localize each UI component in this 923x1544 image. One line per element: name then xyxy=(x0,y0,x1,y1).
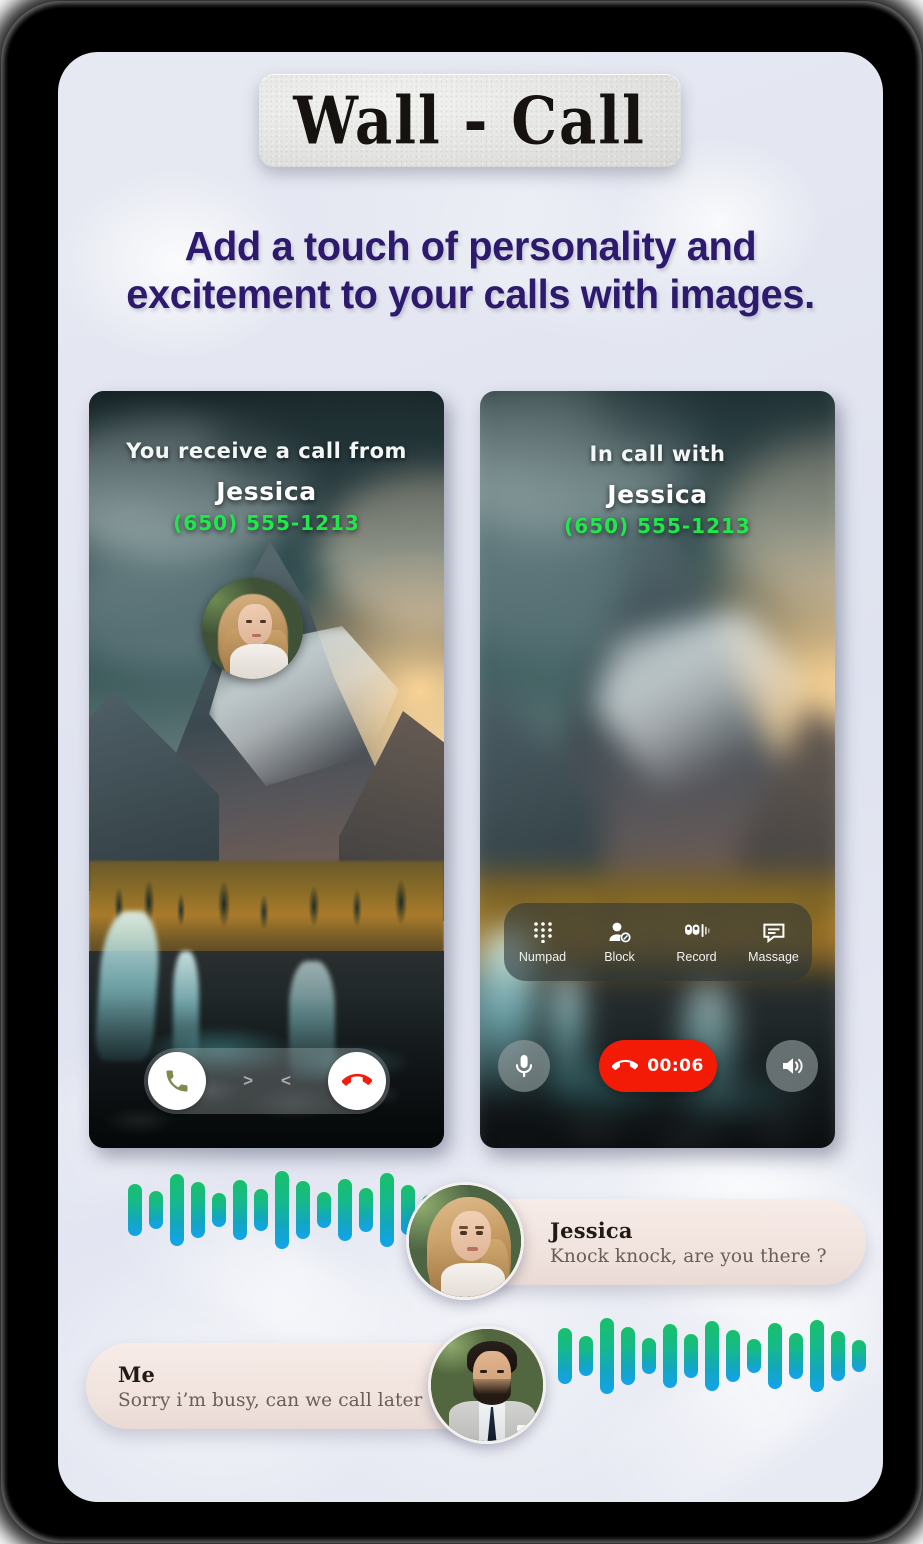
answer-call-button[interactable] xyxy=(148,1052,206,1110)
message-text: Knock knock, are you there ? xyxy=(550,1245,827,1267)
waveform-bar xyxy=(380,1173,394,1247)
waveform-bar xyxy=(275,1171,289,1249)
waveform-bar xyxy=(831,1331,845,1381)
waveform-bar xyxy=(317,1192,331,1228)
waveform-bar xyxy=(254,1189,268,1231)
waveform-bar xyxy=(810,1320,824,1392)
me-avatar xyxy=(428,1326,546,1444)
incoming-call-header: You receive a call from Jessica (650) 55… xyxy=(89,439,444,535)
jessica-avatar xyxy=(406,1182,524,1300)
feature-numpad[interactable]: Numpad xyxy=(507,920,579,964)
waveform-bar xyxy=(747,1339,761,1373)
waveform-bar xyxy=(663,1324,677,1388)
waveform-bar xyxy=(621,1327,635,1385)
active-call-header: In call with Jessica (650) 555-1213 xyxy=(480,442,835,538)
waveform-bar xyxy=(852,1340,866,1372)
active-caller-name: Jessica xyxy=(607,480,708,509)
hint-arrow-left: < xyxy=(281,1071,291,1090)
microphone-icon xyxy=(515,1055,533,1077)
phone-answer-icon xyxy=(166,1070,188,1092)
call-timer: 00:06 xyxy=(647,1056,704,1076)
mute-microphone-button[interactable] xyxy=(498,1040,550,1092)
in-call-bottom-bar: 00:06 xyxy=(498,1036,818,1096)
feature-massage-label: Massage xyxy=(748,950,799,964)
feature-numpad-label: Numpad xyxy=(518,950,567,964)
waveform-bar xyxy=(726,1330,740,1382)
in-call-feature-bar: Numpad Block Record Massage xyxy=(504,903,812,981)
message-card-jessica[interactable]: Jessica Knock knock, are you there ? xyxy=(406,1182,866,1302)
waveform-bar xyxy=(684,1334,698,1378)
feature-block[interactable]: Block xyxy=(584,920,656,964)
title-plaque: Wall - Call xyxy=(259,74,681,167)
phone-decline-icon xyxy=(342,1073,372,1086)
promo-card: Wall - Call Add a touch of personality a… xyxy=(58,52,883,1502)
waveform-bar xyxy=(600,1318,614,1394)
incoming-status-text: You receive a call from xyxy=(126,439,407,463)
waveform-bar xyxy=(359,1188,373,1232)
feature-record[interactable]: Record xyxy=(661,920,733,964)
waveform-bar xyxy=(579,1336,593,1376)
active-caller-number: (650) 555-1213 xyxy=(564,514,751,538)
waveform-bar xyxy=(296,1181,310,1239)
waveform-bar xyxy=(128,1184,142,1236)
speaker-icon xyxy=(783,1058,803,1074)
waveform-bar xyxy=(705,1321,719,1391)
waveform-bar xyxy=(191,1182,205,1238)
device-frame: Wall - Call Add a touch of personality a… xyxy=(8,8,915,1536)
active-status-text: In call with xyxy=(589,442,726,466)
waveform-bar xyxy=(149,1191,163,1229)
waveform-bar xyxy=(170,1174,184,1246)
tagline-line-2: excitement to your calls with images. xyxy=(126,271,815,318)
app-title: Wall - Call xyxy=(293,81,647,160)
phone-active-call-screen: In call with Jessica (650) 555-1213 Nump… xyxy=(480,391,835,1148)
caller-avatar-photo xyxy=(202,578,303,679)
audio-waveform-right xyxy=(558,1304,866,1408)
end-call-button[interactable]: 00:06 xyxy=(599,1040,717,1092)
waveform-bar xyxy=(212,1193,226,1227)
phone-hangup-icon xyxy=(612,1059,639,1071)
waveform-bar xyxy=(558,1328,572,1384)
feature-block-label: Block xyxy=(604,950,635,964)
incoming-caller-name: Jessica xyxy=(216,477,317,506)
phone-incoming-call-screen: You receive a call from Jessica (650) 55… xyxy=(89,391,444,1148)
record-waveform-icon xyxy=(684,920,710,944)
message-bubble-icon xyxy=(762,920,786,944)
incoming-caller-number: (650) 555-1213 xyxy=(173,511,360,535)
person-block-icon xyxy=(608,920,632,944)
message-sender: Jessica xyxy=(550,1217,633,1243)
waveform-bar xyxy=(789,1333,803,1379)
tagline-line-1: Add a touch of personality and xyxy=(184,223,757,269)
incoming-call-action-bar[interactable]: > < xyxy=(144,1048,390,1114)
tagline: Add a touch of personality and excitemen… xyxy=(70,222,870,319)
decline-call-button[interactable] xyxy=(328,1052,386,1110)
caller-avatar xyxy=(202,578,303,679)
audio-waveform-left xyxy=(128,1158,436,1262)
waveform-bar xyxy=(338,1179,352,1241)
message-card-me[interactable]: Me Sorry i’m busy, can we call later ? xyxy=(86,1326,546,1446)
dialpad-icon xyxy=(533,920,553,944)
waveform-bar xyxy=(768,1323,782,1389)
hint-arrow-right: > xyxy=(243,1071,253,1090)
waveform-bar xyxy=(233,1180,247,1240)
feature-record-label: Record xyxy=(676,950,717,964)
feature-massage[interactable]: Massage xyxy=(738,920,810,964)
waveform-bar xyxy=(642,1338,656,1374)
speaker-button[interactable] xyxy=(766,1040,818,1092)
